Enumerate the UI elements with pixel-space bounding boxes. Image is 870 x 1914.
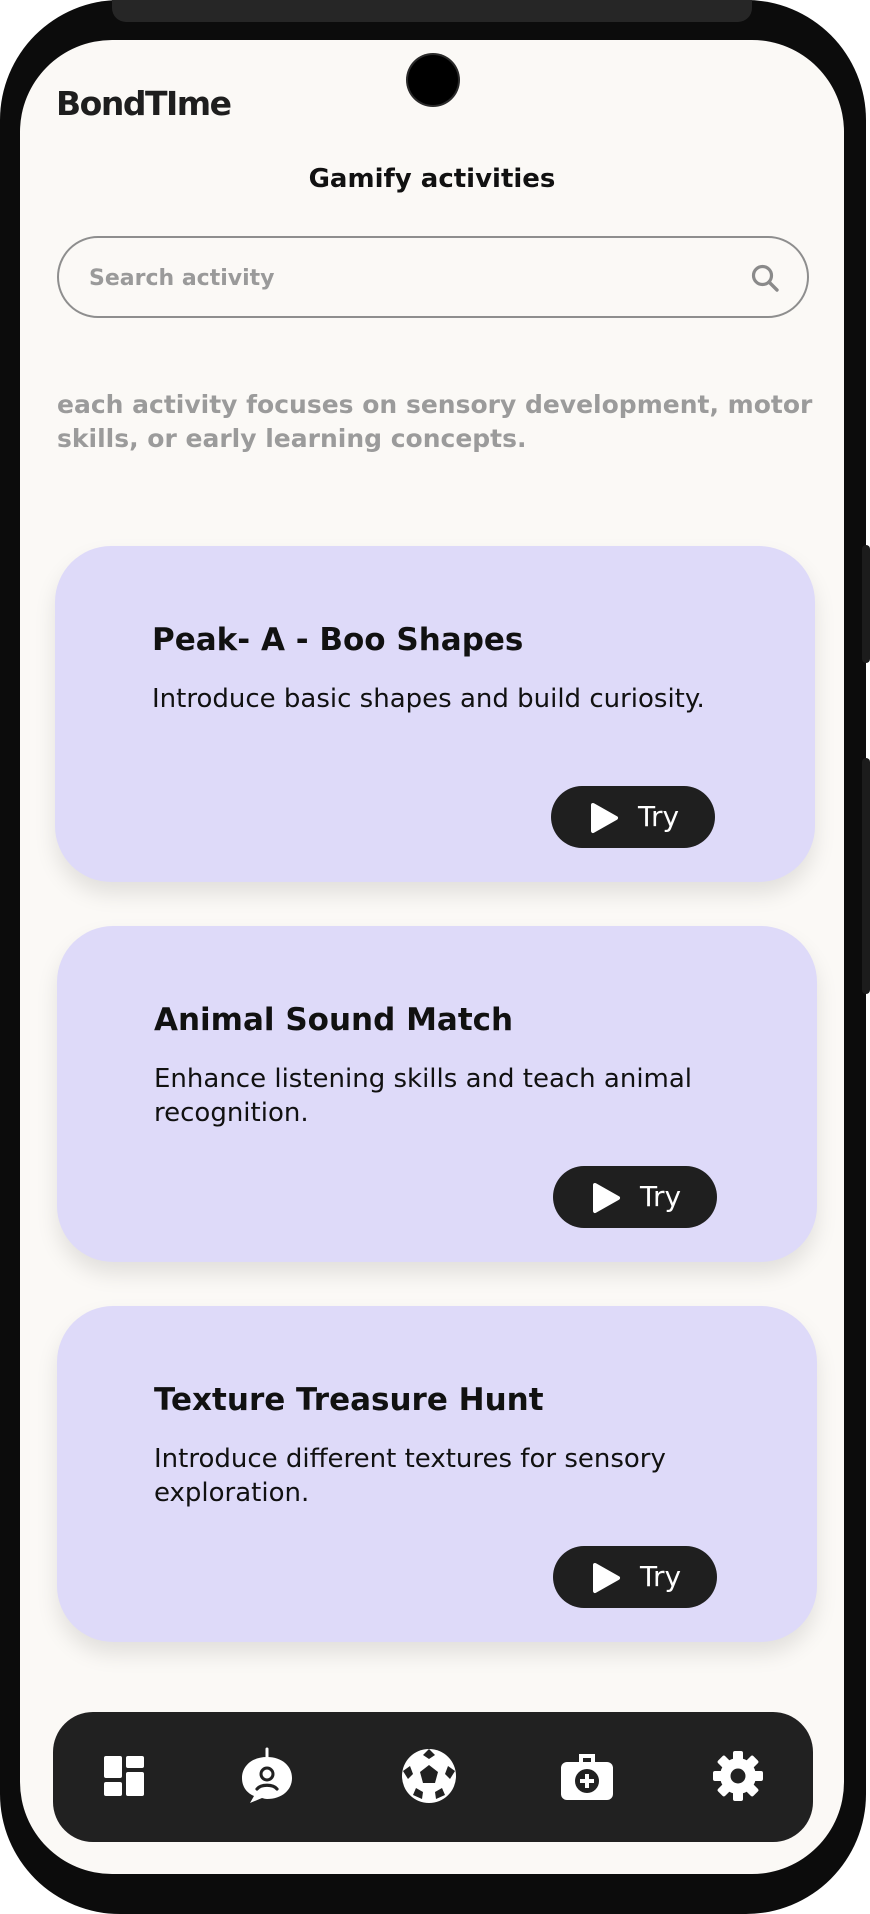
front-camera: [408, 55, 458, 105]
search-input[interactable]: [87, 238, 731, 318]
intro-text: each activity focuses on sensory develop…: [57, 390, 813, 453]
card-title: Animal Sound Match: [154, 1002, 514, 1038]
try-button-label: Try: [640, 1180, 682, 1213]
activity-card-texture-treasure-hunt[interactable]: Texture Treasure Hunt Introduce differen…: [57, 1306, 817, 1642]
robot-chat-icon: [242, 1747, 292, 1803]
try-button-label: Try: [640, 1560, 682, 1593]
nav-ai-assistant[interactable]: [235, 1744, 299, 1808]
card-title: Texture Treasure Hunt: [154, 1382, 544, 1418]
bottom-nav: [53, 1712, 813, 1842]
try-button[interactable]: Try: [553, 1546, 717, 1608]
nav-dashboard[interactable]: [92, 1744, 156, 1808]
medical-kit-icon: [561, 1754, 613, 1800]
page-title: Gamify activities: [308, 164, 556, 194]
soccer-ball-icon: [402, 1749, 456, 1803]
play-icon: [591, 803, 618, 833]
play-icon: [593, 1183, 620, 1213]
try-button[interactable]: Try: [551, 786, 715, 848]
nav-activities[interactable]: [397, 1744, 461, 1808]
settings-gear-icon: [713, 1751, 763, 1801]
try-button-label: Try: [638, 800, 680, 833]
activity-card-peekaboo-shapes[interactable]: Peak- A - Boo Shapes Introduce basic sha…: [55, 546, 815, 882]
search-icon[interactable]: [749, 262, 781, 294]
card-title: Peak- A - Boo Shapes: [152, 622, 524, 658]
nav-settings[interactable]: [706, 1744, 770, 1808]
nav-health[interactable]: [555, 1744, 619, 1808]
activity-card-animal-sound-match[interactable]: Animal Sound Match Enhance listening ski…: [57, 926, 817, 1262]
card-description: Introduce different textures for sensory…: [154, 1444, 666, 1508]
play-icon: [593, 1563, 620, 1593]
try-button[interactable]: Try: [553, 1166, 717, 1228]
app-screen: BondTIme Gamify activities each activity…: [20, 40, 844, 1874]
card-description: Introduce basic shapes and build curiosi…: [152, 684, 705, 714]
phone-top-bezel: [112, 0, 752, 22]
app-logo: BondTIme: [56, 84, 232, 123]
card-description: Enhance listening skills and teach anima…: [154, 1064, 693, 1128]
power-button: [862, 758, 870, 994]
dashboard-icon: [104, 1756, 144, 1796]
search-bar: [57, 236, 809, 318]
volume-button: [862, 545, 870, 663]
